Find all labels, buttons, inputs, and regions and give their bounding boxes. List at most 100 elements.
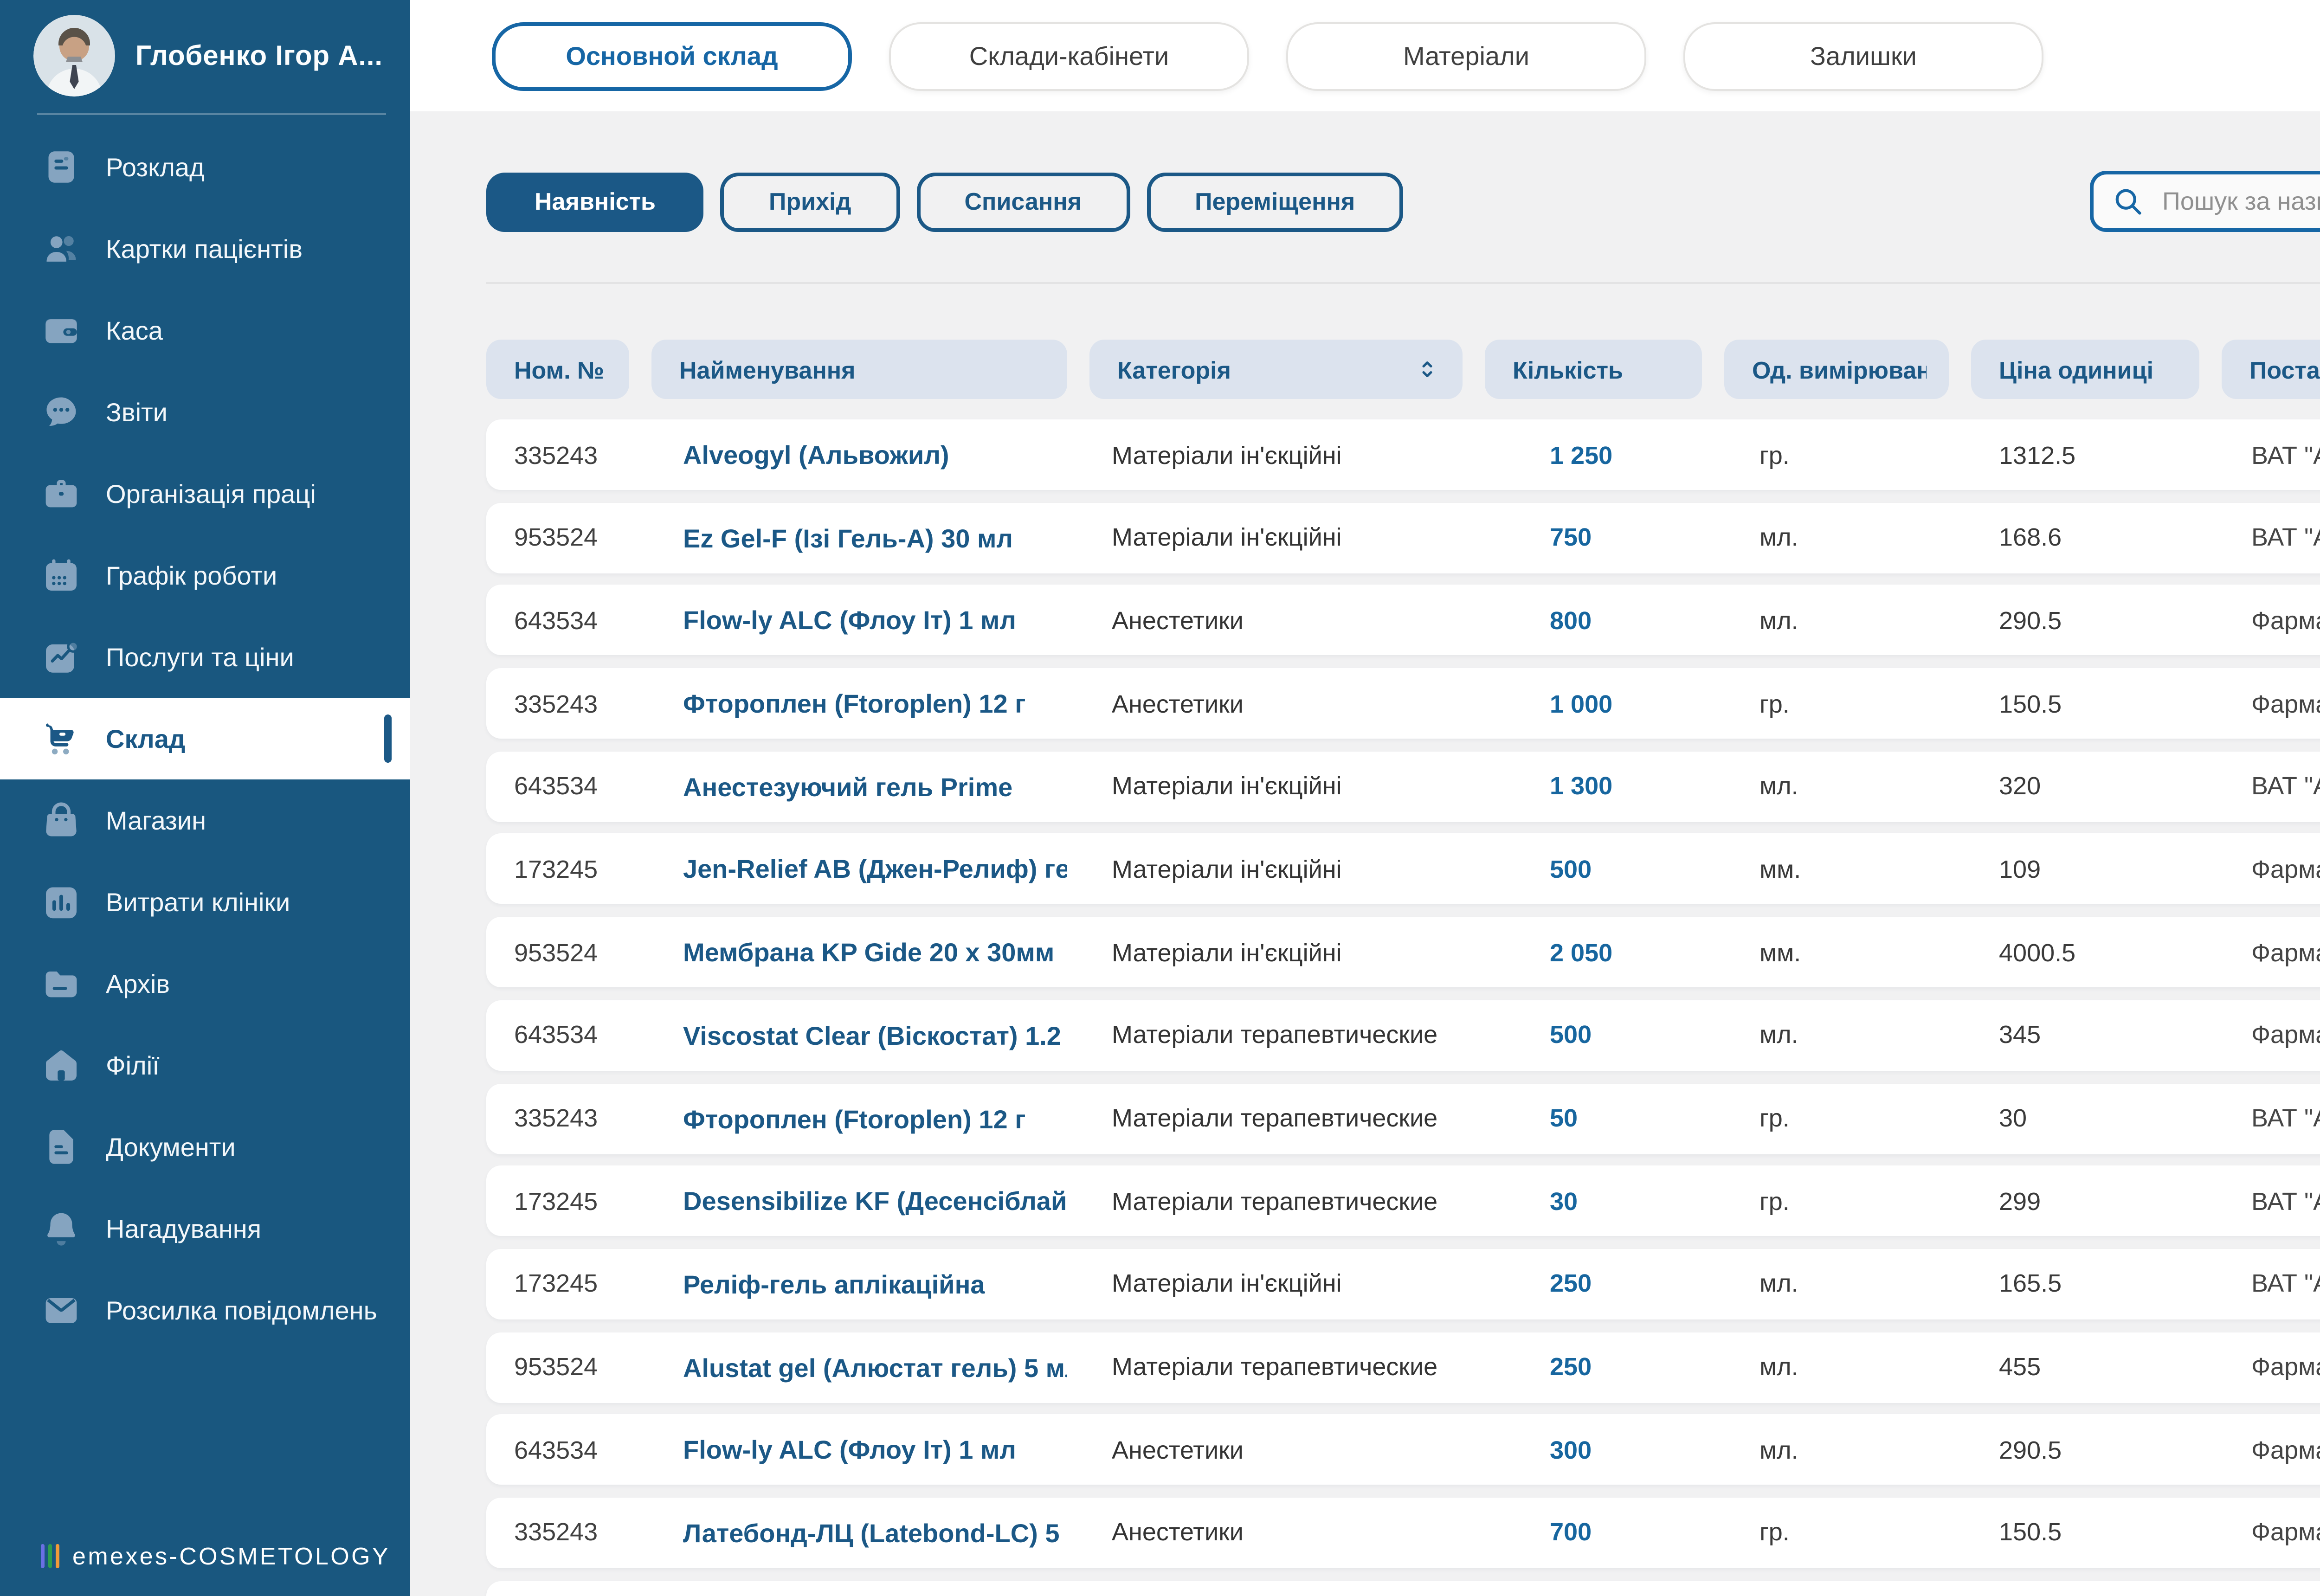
product-name-link[interactable]: Desensibilize KF (Десенсіблайз) — [651, 1186, 1067, 1216]
product-name-link[interactable]: Alustat gel (Алюстат гель) 5 мл — [651, 1352, 1067, 1382]
table-row-partial[interactable] — [486, 1580, 2320, 1596]
filter-income[interactable]: Прихід — [721, 172, 900, 231]
avatar — [33, 15, 115, 97]
table-row[interactable]: 643534 Flow-ly ALC (Флоу Іт) 1 мл Анесте… — [486, 1415, 2320, 1485]
item-price: 165.5 — [1999, 1270, 2062, 1298]
sidebar-item-clinic-expenses[interactable]: Витрати клініки — [0, 861, 410, 943]
product-name-link[interactable]: Латебонд-ЛЦ (Latebond-LC) 5 г — [651, 1518, 1067, 1548]
logo-text: emexes-COSMETOLOGY — [72, 1542, 391, 1570]
item-number: 643534 — [514, 1021, 598, 1049]
product-name-link[interactable]: Jen-Relief AB (Джен-Релиф) гель — [651, 855, 1067, 884]
item-price: 290.5 — [1999, 1436, 2062, 1464]
item-unit: мл. — [1759, 772, 1798, 800]
search-box[interactable] — [2090, 171, 2320, 232]
sidebar-item-documents[interactable]: Документи — [0, 1106, 410, 1188]
product-name-link[interactable]: Flow-ly ALC (Флоу Іт) 1 мл — [651, 606, 1067, 636]
filter-availability[interactable]: Наявність — [486, 172, 704, 231]
item-supplier: ВАТ "АртФармаГроуп" +380994441112 — [2251, 523, 2320, 552]
table-row[interactable]: 643534 Flow-ly ALC (Флоу Іт) 1 мл Анесте… — [486, 585, 2320, 656]
column-header[interactable]: Категорія — [1089, 340, 1463, 399]
item-category: Матеріали ін'єкційні — [1112, 855, 1342, 883]
column-header[interactable]: Кількість — [1485, 340, 1702, 399]
column-header[interactable]: Постачальник/контакт — [2222, 340, 2320, 399]
item-number: 335243 — [514, 441, 598, 469]
product-name-link[interactable]: Фтороплен (Ftoroplen) 12 г — [651, 1103, 1067, 1133]
tab-materials[interactable]: Матеріали — [1286, 21, 1646, 90]
table-row[interactable]: 953524 Alustat gel (Алюстат гель) 5 мл М… — [486, 1332, 2320, 1403]
product-name-link[interactable]: Alveogyl (Альвожил) — [651, 440, 1067, 470]
product-name-link[interactable]: Реліф-гель аплікаційна — [651, 1269, 1067, 1299]
content-area: Наявність Прихід Списання Переміщення Ном. … — [410, 111, 2320, 1596]
item-unit: мл. — [1759, 1353, 1798, 1381]
sidebar-divider — [37, 113, 386, 115]
item-price: 109 — [1999, 855, 2041, 883]
sidebar-item-reminders[interactable]: Нагадування — [0, 1188, 410, 1269]
item-quantity: 500 — [1550, 855, 1592, 883]
product-name-link[interactable]: Мембрана KP Gide 20 x 30мм — [651, 938, 1067, 967]
item-quantity: 50 — [1550, 1104, 1578, 1132]
table-row[interactable]: 173245 Desensibilize KF (Десенсіблайз) М… — [486, 1165, 2320, 1236]
product-name-link[interactable]: Фтороплен (Ftoroplen) 12 г — [651, 689, 1067, 718]
item-quantity: 300 — [1550, 1436, 1592, 1464]
archive-icon — [41, 963, 82, 1004]
warehouse-tabs: Основной склад Склади-кабінети Матеріали За… — [410, 0, 2320, 111]
sidebar-item-shop[interactable]: Магазин — [0, 779, 410, 861]
table-row[interactable]: 335243 Фтороплен (Ftoroplen) 12 г Анесте… — [486, 668, 2320, 739]
item-category: Анестетики — [1112, 1519, 1244, 1547]
user-profile[interactable]: Глобенко Ігор А... — [0, 0, 410, 108]
sidebar-item-services-prices[interactable]: Послуги та ціни — [0, 616, 410, 698]
filter-writeoff[interactable]: Списання — [916, 172, 1130, 231]
item-supplier: ВАТ "АртФармаГроуп" +380994441112 — [2251, 1104, 2320, 1132]
table-row[interactable]: 953524 Ez Gel-F (Ізі Гель-А) 30 мл Матер… — [486, 502, 2320, 573]
sidebar-item-mailing[interactable]: Розсилка повідомлень — [0, 1269, 410, 1351]
shop-icon — [41, 800, 82, 841]
column-header[interactable]: Найменування — [651, 340, 1067, 399]
item-supplier: ВАТ "АртФармаГроуп" +380994441112 — [2251, 441, 2320, 469]
tab-cabinet-warehouses[interactable]: Склади-кабінети — [889, 21, 1249, 90]
sidebar-item-work-organization[interactable]: Організація праці — [0, 453, 410, 534]
item-unit: гр. — [1759, 1104, 1790, 1132]
table-body: 335243 Alveogyl (Альвожил) Матеріали ін'… — [486, 419, 2320, 1596]
product-name-link[interactable]: Viscostat Clear (Віскостат) 1.2 мл — [651, 1020, 1067, 1050]
item-price: 320 — [1999, 772, 2041, 800]
sidebar-item-patient-cards[interactable]: Картки пацієнтів — [0, 208, 410, 290]
product-name-link[interactable]: Ez Gel-F (Ізі Гель-А) 30 мл — [651, 523, 1067, 553]
item-category: Матеріали терапевтические — [1112, 1187, 1438, 1215]
table-row[interactable]: 953524 Мембрана KP Gide 20 x 30мм Матері… — [486, 917, 2320, 988]
branches-icon — [41, 1045, 82, 1086]
table-row[interactable]: 335243 Латебонд-ЛЦ (Latebond-LC) 5 г Ане… — [486, 1497, 2320, 1568]
sidebar-item-cashier[interactable]: Каса — [0, 290, 410, 371]
item-supplier: ФармаІнвестГруп +380665372716 — [2251, 1353, 2320, 1381]
toolbar: Наявність Прихід Списання Переміщення — [486, 171, 2320, 232]
product-name-link[interactable]: Flow-ly ALC (Флоу Іт) 1 мл — [651, 1435, 1067, 1465]
column-header[interactable]: Од. вимірювання — [1724, 340, 1949, 399]
tab-main-warehouse[interactable]: Основной склад — [492, 21, 852, 90]
sidebar-item-schedule[interactable]: Розклад — [0, 126, 410, 208]
table-row[interactable]: 643534 Анестезуючий гель Prime Матеріали… — [486, 751, 2320, 822]
sidebar-item-reports[interactable]: Звіти — [0, 371, 410, 453]
filter-transfer[interactable]: Переміщення — [1147, 172, 1404, 231]
item-supplier: ФармаІнвестГруп +380665372716 — [2251, 689, 2320, 718]
table-row[interactable]: 335243 Фтороплен (Ftoroplen) 12 г Матері… — [486, 1083, 2320, 1153]
table-row[interactable]: 335243 Alveogyl (Альвожил) Матеріали ін'… — [486, 419, 2320, 490]
work-org-icon — [41, 473, 82, 514]
sidebar-item-warehouse[interactable]: Склад — [0, 698, 410, 779]
sidebar-item-work-schedule[interactable]: Графік роботи — [0, 534, 410, 616]
table-row[interactable]: 173245 Реліф-гель аплікаційна Матеріали … — [486, 1248, 2320, 1319]
tab-leftovers[interactable]: Залишки — [1683, 21, 2043, 90]
search-input[interactable] — [2159, 186, 2320, 217]
column-header[interactable]: Ціна одиниці — [1971, 340, 2199, 399]
logo-bars-icon — [41, 1544, 59, 1568]
sidebar-item-branches[interactable]: Філії — [0, 1024, 410, 1106]
item-price: 150.5 — [1999, 689, 2062, 718]
sort-icon[interactable] — [1414, 349, 1440, 390]
table-row[interactable]: 643534 Viscostat Clear (Віскостат) 1.2 м… — [486, 1000, 2320, 1071]
patients-icon — [41, 228, 82, 269]
product-name-link[interactable]: Анестезуючий гель Prime — [651, 772, 1067, 801]
table-row[interactable]: 173245 Jen-Relief AB (Джен-Релиф) гель М… — [486, 834, 2320, 905]
schedule-icon — [41, 147, 82, 187]
column-header[interactable]: Ном. № — [486, 340, 629, 399]
item-category: Анестетики — [1112, 689, 1244, 718]
item-number: 173245 — [514, 855, 598, 883]
sidebar-item-archive[interactable]: Архів — [0, 943, 410, 1024]
